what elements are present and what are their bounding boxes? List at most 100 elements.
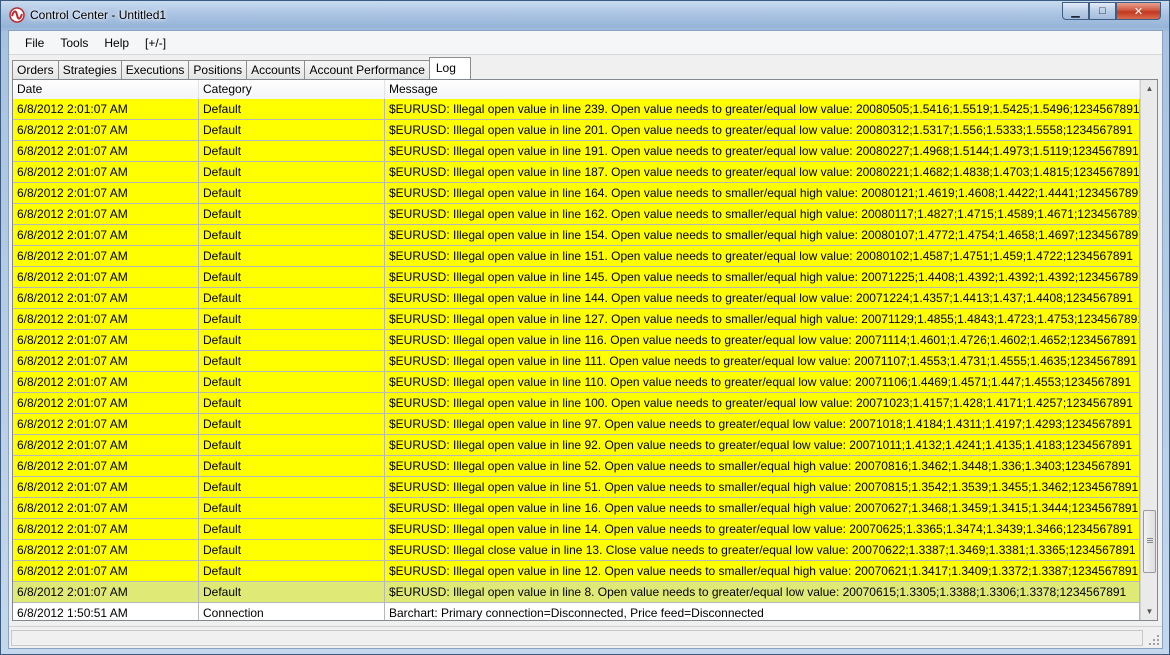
table-row[interactable]: 6/8/2012 2:01:07 AM Default $EURUSD: Illeg… (13, 267, 1140, 288)
cell-message: $EURUSD: Illegal open value in line 97. … (385, 414, 1140, 435)
table-row[interactable]: 6/8/2012 2:01:07 AM Default $EURUSD: Illeg… (13, 204, 1140, 225)
cell-date: 6/8/2012 2:01:07 AM (13, 477, 199, 498)
table-row[interactable]: 6/8/2012 2:01:07 AM Default $EURUSD: Illeg… (13, 372, 1140, 393)
cell-message: $EURUSD: Illegal open value in line 8. O… (385, 582, 1140, 603)
tab-executions[interactable]: Executions (120, 60, 190, 79)
column-header-date[interactable]: Date (13, 80, 199, 99)
title-bar[interactable]: Control Center - Untitled1 ▁ □ ✕ (1, 1, 1169, 28)
cell-message: $EURUSD: Illegal open value in line 154.… (385, 225, 1140, 246)
table-row[interactable]: 6/8/2012 2:01:07 AM Default $EURUSD: Illeg… (13, 183, 1140, 204)
cell-date: 6/8/2012 2:01:07 AM (13, 498, 199, 519)
caption-buttons: ▁ □ ✕ (1062, 2, 1161, 20)
cell-date: 6/8/2012 2:01:07 AM (13, 183, 199, 204)
tab-account-performance[interactable]: Account Performance (304, 60, 430, 79)
cell-date: 6/8/2012 2:01:07 AM (13, 267, 199, 288)
table-row[interactable]: 6/8/2012 2:01:07 AM Default $EURUSD: Illeg… (13, 498, 1140, 519)
scroll-thumb[interactable] (1143, 510, 1156, 573)
cell-date: 6/8/2012 2:01:07 AM (13, 372, 199, 393)
close-button[interactable]: ✕ (1116, 2, 1161, 20)
maximize-button[interactable]: □ (1089, 2, 1116, 20)
cell-message: $EURUSD: Illegal open value in line 201.… (385, 120, 1140, 141)
table-row[interactable]: 6/8/2012 2:01:07 AM Default $EURUSD: Illeg… (13, 582, 1140, 603)
cell-date: 6/8/2012 2:01:07 AM (13, 393, 199, 414)
cell-message: $EURUSD: Illegal open value in line 127.… (385, 309, 1140, 330)
tab-strategies[interactable]: Strategies (57, 60, 122, 79)
app-logo-icon (9, 7, 25, 23)
scroll-up-button[interactable]: ▲ (1141, 80, 1157, 97)
cell-date: 6/8/2012 2:01:07 AM (13, 561, 199, 582)
cell-date: 6/8/2012 2:01:07 AM (13, 225, 199, 246)
table-row[interactable]: 6/8/2012 2:01:07 AM Default $EURUSD: Illeg… (13, 561, 1140, 582)
maximize-icon: □ (1099, 5, 1106, 17)
cell-message: $EURUSD: Illegal open value in line 191.… (385, 141, 1140, 162)
cell-category: Default (199, 393, 385, 414)
cell-date: 6/8/2012 2:01:07 AM (13, 351, 199, 372)
table-row[interactable]: 6/8/2012 2:01:07 AM Default $EURUSD: Illeg… (13, 246, 1140, 267)
cell-category: Default (199, 456, 385, 477)
cell-date: 6/8/2012 2:01:07 AM (13, 582, 199, 603)
cell-category: Default (199, 204, 385, 225)
tab-positions[interactable]: Positions (188, 60, 248, 79)
table-row[interactable]: 6/8/2012 2:01:07 AM Default $EURUSD: Illeg… (13, 456, 1140, 477)
table-row[interactable]: 6/8/2012 2:01:07 AM Default $EURUSD: Illeg… (13, 141, 1140, 162)
cell-date: 6/8/2012 2:01:07 AM (13, 435, 199, 456)
menu-toggle-expand[interactable]: [+/-] (137, 31, 174, 55)
cell-category: Default (199, 498, 385, 519)
table-row[interactable]: 6/8/2012 2:01:07 AM Default $EURUSD: Illeg… (13, 540, 1140, 561)
cell-category: Default (199, 372, 385, 393)
cell-message: $EURUSD: Illegal open value in line 164.… (385, 183, 1140, 204)
cell-message: $EURUSD: Illegal open value in line 151.… (385, 246, 1140, 267)
grid-header: Date Category Message (13, 80, 1140, 99)
minimize-button[interactable]: ▁ (1062, 2, 1089, 20)
cell-category: Default (199, 540, 385, 561)
table-row[interactable]: 6/8/2012 2:01:07 AM Default $EURUSD: Illeg… (13, 120, 1140, 141)
cell-category: Default (199, 477, 385, 498)
cell-message: $EURUSD: Illegal open value in line 110.… (385, 372, 1140, 393)
cell-date: 6/8/2012 2:01:07 AM (13, 309, 199, 330)
grid-rows: 6/8/2012 2:01:07 AM Default $EURUSD: Illeg… (13, 99, 1140, 620)
control-center-window: Control Center - Untitled1 ▁ □ ✕ File To… (0, 0, 1170, 655)
table-row[interactable]: 6/8/2012 2:01:07 AM Default $EURUSD: Illeg… (13, 519, 1140, 540)
table-row[interactable]: 6/8/2012 2:01:07 AM Default $EURUSD: Illeg… (13, 330, 1140, 351)
table-row[interactable]: 6/8/2012 2:01:07 AM Default $EURUSD: Illeg… (13, 414, 1140, 435)
scroll-up-icon: ▲ (1145, 84, 1154, 93)
cell-date: 6/8/2012 2:01:07 AM (13, 120, 199, 141)
tab-bar: Orders Strategies Executions Positions A… (12, 57, 471, 79)
table-row[interactable]: 6/8/2012 2:01:07 AM Default $EURUSD: Illeg… (13, 351, 1140, 372)
menu-file[interactable]: File (17, 31, 52, 55)
cell-date: 6/8/2012 2:01:07 AM (13, 99, 199, 120)
table-row[interactable]: 6/8/2012 2:01:07 AM Default $EURUSD: Illeg… (13, 225, 1140, 246)
table-row[interactable]: 6/8/2012 2:01:07 AM Default $EURUSD: Illeg… (13, 309, 1140, 330)
table-row[interactable]: 6/8/2012 1:50:51 AM Connection Barchart: P… (13, 603, 1140, 620)
table-row[interactable]: 6/8/2012 2:01:07 AM Default $EURUSD: Illeg… (13, 288, 1140, 309)
cell-message: $EURUSD: Illegal open value in line 16. … (385, 498, 1140, 519)
status-bar (9, 626, 1162, 648)
grip-icon (1147, 538, 1153, 539)
column-header-category[interactable]: Category (199, 80, 385, 99)
table-row[interactable]: 6/8/2012 2:01:07 AM Default $EURUSD: Illeg… (13, 162, 1140, 183)
table-row[interactable]: 6/8/2012 2:01:07 AM Default $EURUSD: Illeg… (13, 99, 1140, 120)
table-row[interactable]: 6/8/2012 2:01:07 AM Default $EURUSD: Illeg… (13, 477, 1140, 498)
client-area: File Tools Help [+/-] Orders Strategies … (8, 30, 1163, 649)
menu-tools[interactable]: Tools (52, 31, 96, 55)
tab-orders[interactable]: Orders (12, 60, 59, 79)
tab-log[interactable]: Log (428, 57, 471, 79)
size-grip-icon[interactable] (1148, 634, 1160, 646)
cell-category: Default (199, 309, 385, 330)
tab-accounts[interactable]: Accounts (246, 60, 306, 79)
table-row[interactable]: 6/8/2012 2:01:07 AM Default $EURUSD: Illeg… (13, 393, 1140, 414)
cell-message: $EURUSD: Illegal open value in line 162.… (385, 204, 1140, 225)
cell-category: Default (199, 351, 385, 372)
scroll-down-button[interactable]: ▼ (1141, 603, 1157, 620)
cell-category: Default (199, 519, 385, 540)
cell-date: 6/8/2012 2:01:07 AM (13, 540, 199, 561)
cell-message: $EURUSD: Illegal open value in line 144.… (385, 288, 1140, 309)
cell-message: $EURUSD: Illegal open value in line 14. … (385, 519, 1140, 540)
column-header-message[interactable]: Message (385, 80, 1140, 99)
cell-message: $EURUSD: Illegal open value in line 92. … (385, 435, 1140, 456)
menu-help[interactable]: Help (96, 31, 137, 55)
cell-message: $EURUSD: Illegal open value in line 100.… (385, 393, 1140, 414)
table-row[interactable]: 6/8/2012 2:01:07 AM Default $EURUSD: Illeg… (13, 435, 1140, 456)
vertical-scrollbar[interactable]: ▲ ▼ (1140, 80, 1157, 620)
cell-category: Default (199, 435, 385, 456)
